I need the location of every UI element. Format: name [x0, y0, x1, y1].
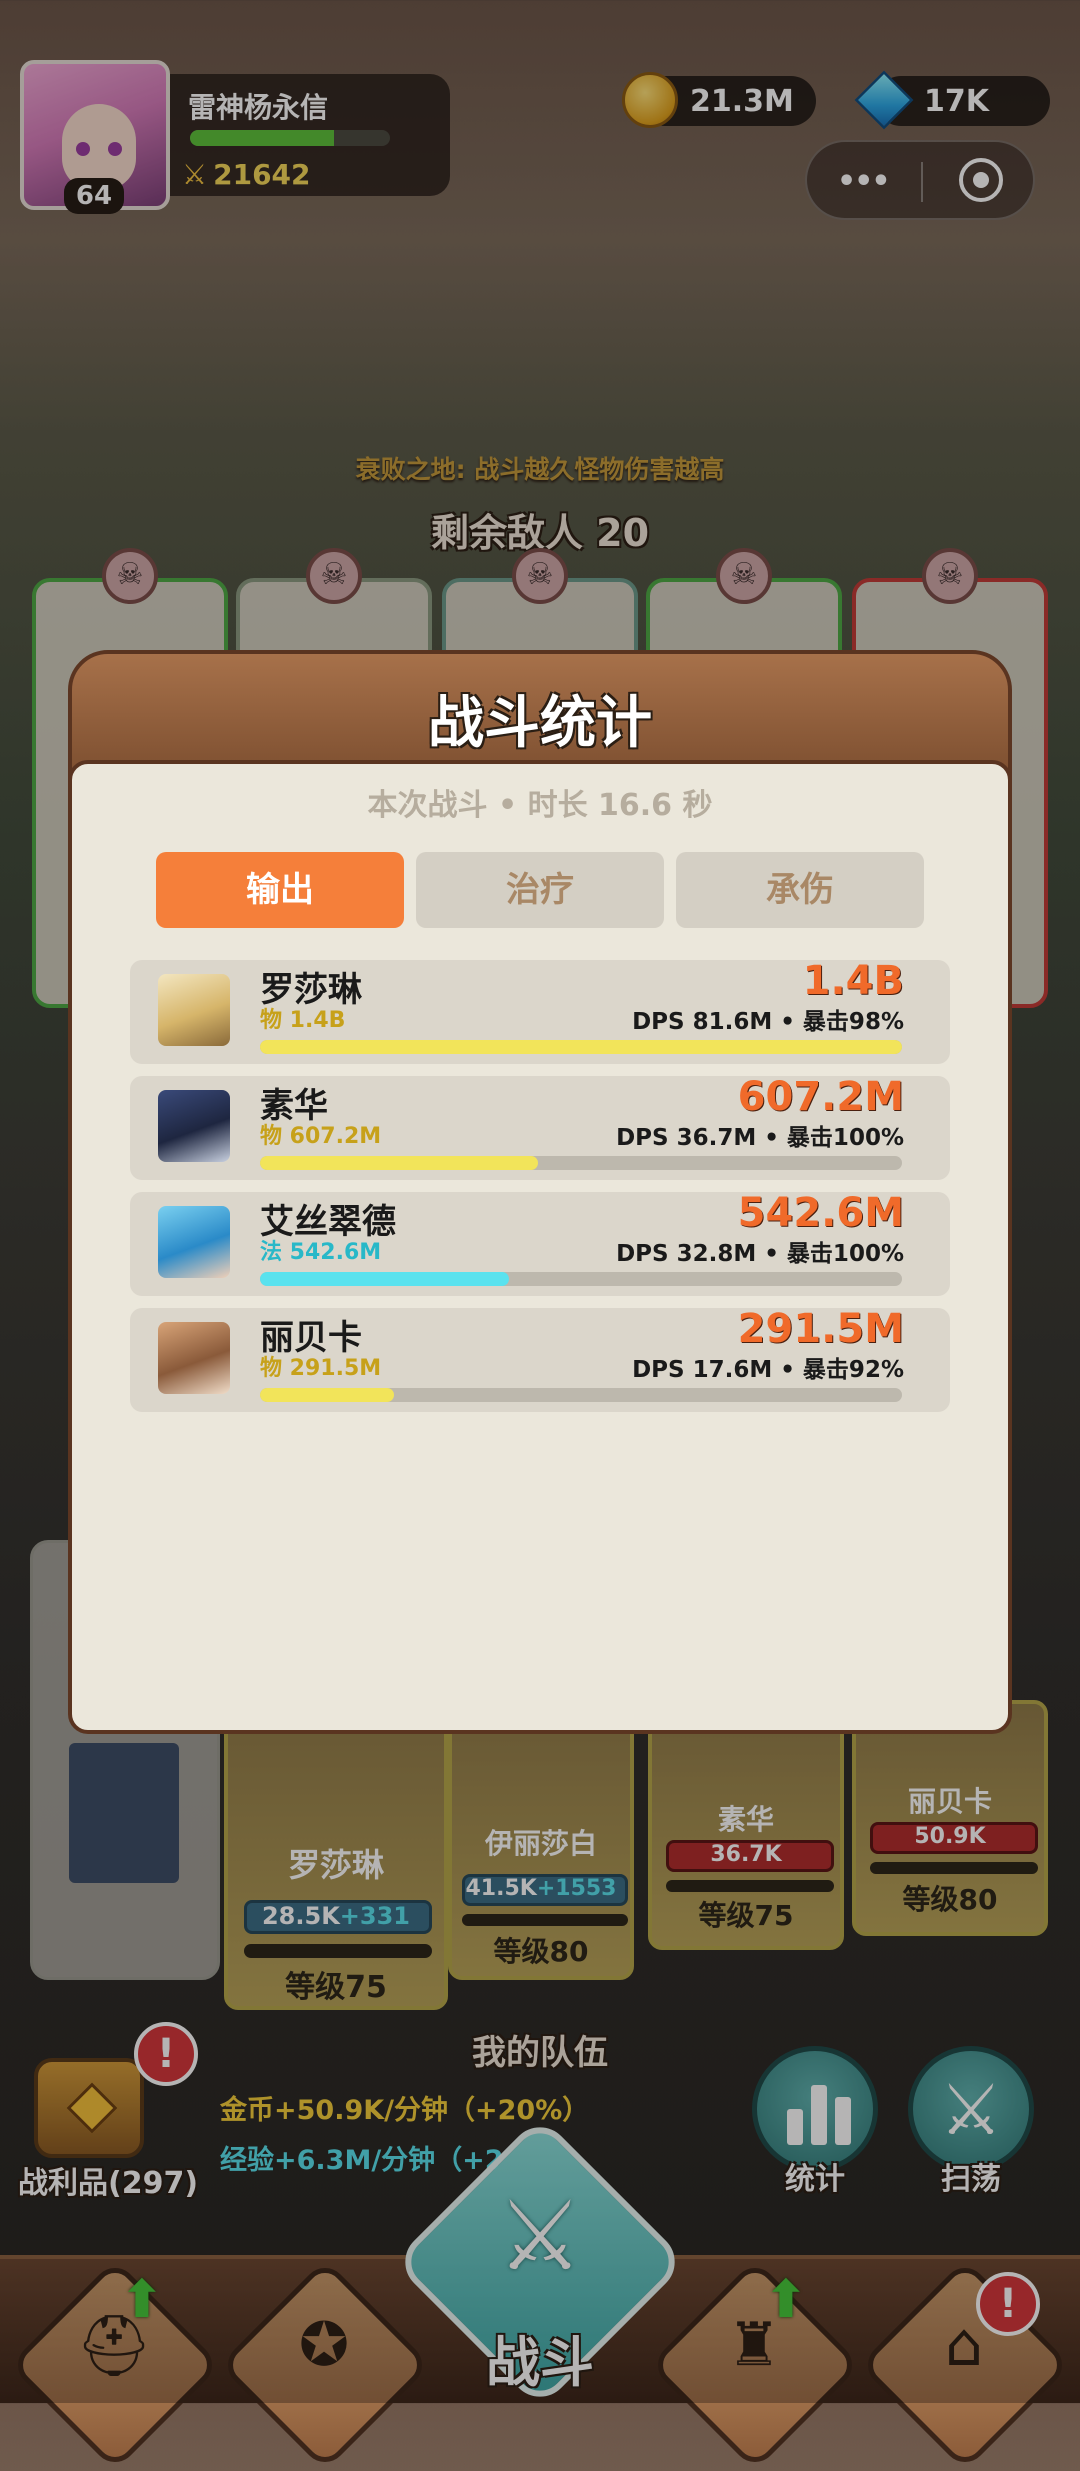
- damage-bar: [260, 1272, 902, 1286]
- hero-damage-total: 542.6M: [737, 1190, 904, 1236]
- hero-damage-total: 1.4B: [802, 958, 904, 1004]
- hero-dps-crit: DPS 36.7M • 暴击100%: [616, 1125, 904, 1151]
- damage-bar-fill: [260, 1388, 394, 1402]
- hero-dps-crit: DPS 81.6M • 暴击98%: [632, 1009, 904, 1035]
- tab-healing[interactable]: 治疗: [416, 852, 664, 928]
- stat-row[interactable]: 艾丝翠德 法 542.6M 542.6M DPS 32.8M • 暴击100%: [130, 1190, 950, 1296]
- stat-row[interactable]: 素华 物 607.2M 607.2M DPS 36.7M • 暴击100%: [130, 1074, 950, 1180]
- hero-damage-total: 607.2M: [737, 1074, 904, 1120]
- hero-dps-crit: DPS 32.8M • 暴击100%: [616, 1241, 904, 1267]
- damage-bar-fill: [260, 1156, 539, 1170]
- hero-damage-total: 291.5M: [737, 1306, 904, 1352]
- modal-title: 战斗统计: [428, 691, 652, 756]
- hero-damage-type: 物 607.2M: [260, 1124, 382, 1149]
- stat-row[interactable]: 罗莎琳 物 1.4B 1.4B DPS 81.6M • 暴击98%: [130, 958, 950, 1064]
- hero-dps-crit: DPS 17.6M • 暴击92%: [632, 1357, 904, 1383]
- damage-bar: [260, 1156, 902, 1170]
- hero-avatar: [158, 1206, 230, 1278]
- hero-damage-type: 物 1.4B: [260, 1008, 346, 1033]
- hero-avatar: [158, 1322, 230, 1394]
- hero-avatar: [158, 1090, 230, 1162]
- battle-stats-modal: 战斗统计 本次战斗 • 时长 16.6 秒 输出 治疗 承伤 罗莎琳 物 1.4…: [68, 640, 1012, 1734]
- hero-avatar: [158, 974, 230, 1046]
- hero-damage-type: 物 291.5M: [260, 1356, 382, 1381]
- stat-row[interactable]: 丽贝卡 物 291.5M 291.5M DPS 17.6M • 暴击92%: [130, 1306, 950, 1412]
- hero-damage-type: 法 542.6M: [260, 1240, 382, 1265]
- tab-output[interactable]: 输出: [156, 852, 404, 928]
- damage-bar: [260, 1388, 902, 1402]
- damage-bar-fill: [260, 1272, 509, 1286]
- battle-duration: 本次战斗 • 时长 16.6 秒: [367, 788, 713, 823]
- tab-damage-taken[interactable]: 承伤: [676, 852, 924, 928]
- damage-bar: [260, 1040, 902, 1054]
- damage-bar-fill: [260, 1040, 902, 1054]
